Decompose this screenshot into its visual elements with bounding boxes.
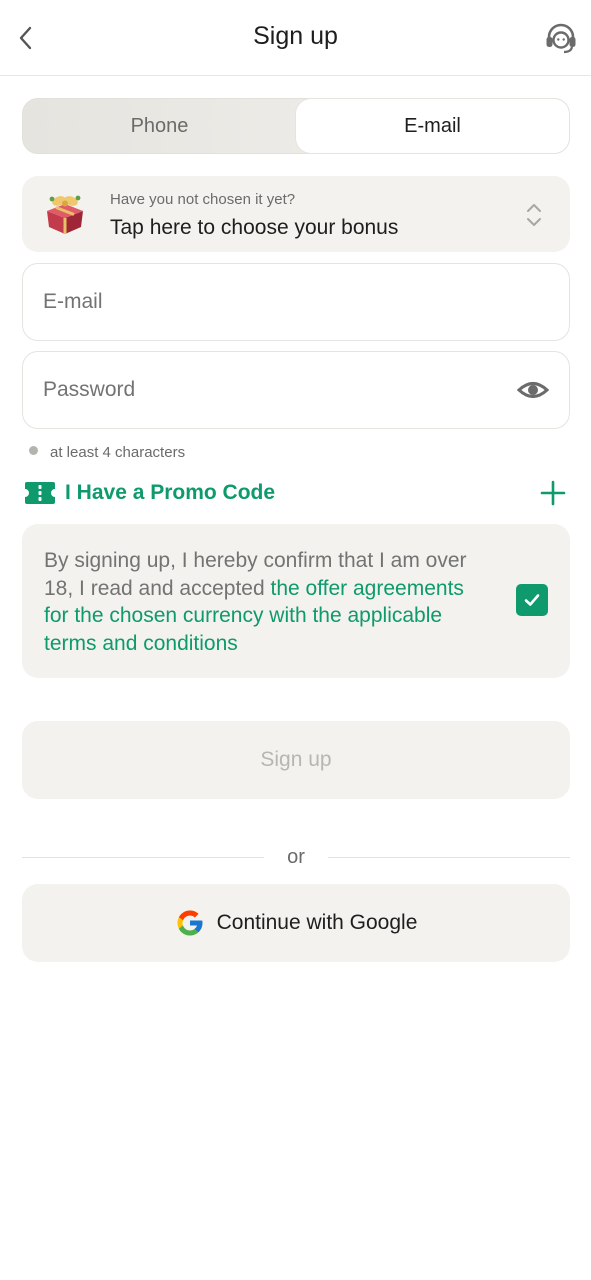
header-bar: Sign up — [0, 0, 591, 76]
signup-method-tabs: Phone E-mail — [22, 98, 570, 154]
email-input[interactable] — [43, 264, 513, 339]
terms-text: By signing up, I hereby confirm that I a… — [44, 547, 494, 657]
divider-line-left — [22, 857, 264, 858]
bonus-hint: Have you not chosen it yet? — [110, 191, 296, 208]
eye-icon[interactable] — [517, 376, 549, 404]
tab-phone[interactable]: Phone — [23, 99, 296, 153]
bonus-selector[interactable]: Have you not chosen it yet? Tap here to … — [22, 176, 570, 252]
google-button-label: Continue with Google — [216, 911, 418, 934]
password-hint: at least 4 characters — [50, 444, 186, 461]
promo-code-toggle[interactable]: I Have a Promo Code — [22, 474, 570, 514]
chevron-up-down-icon — [527, 204, 541, 226]
terms-checkbox[interactable] — [516, 584, 548, 616]
page-title: Sign up — [253, 22, 338, 50]
google-logo-icon — [177, 910, 203, 936]
support-button[interactable] — [541, 20, 581, 58]
bonus-title: Tap here to choose your bonus — [110, 216, 399, 239]
email-field-container — [22, 263, 570, 341]
terms-box: By signing up, I hereby confirm that I a… — [22, 524, 570, 678]
hint-bullet — [29, 446, 38, 455]
google-signin-button[interactable]: Continue with Google — [22, 884, 570, 962]
gift-box-icon — [47, 195, 83, 234]
divider-or: or — [287, 846, 305, 868]
password-input[interactable] — [43, 352, 513, 427]
headset-icon — [546, 23, 576, 54]
tab-email[interactable]: E-mail — [296, 99, 569, 153]
plus-icon[interactable] — [540, 480, 566, 506]
promo-code-label: I Have a Promo Code — [65, 481, 276, 504]
signup-button[interactable]: Sign up — [22, 721, 570, 799]
ticket-icon — [25, 482, 55, 504]
divider-line-right — [328, 857, 570, 858]
password-field-container — [22, 351, 570, 429]
check-icon — [524, 594, 540, 606]
